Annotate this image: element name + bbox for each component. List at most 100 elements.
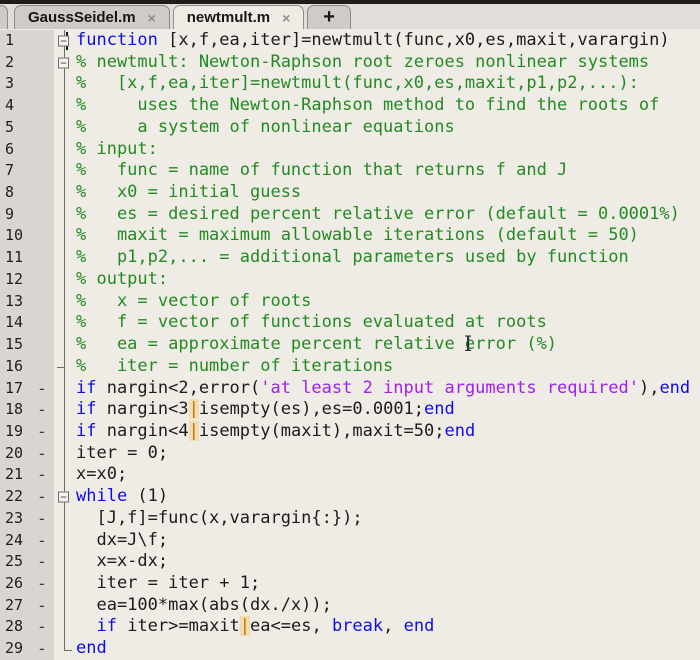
line-number[interactable]: 1 bbox=[0, 30, 35, 52]
fold-marker[interactable] bbox=[54, 116, 76, 139]
breakpoint-dash[interactable] bbox=[35, 116, 54, 139]
code-line[interactable]: % ea = approximate percent relative erro… bbox=[76, 334, 700, 356]
breakpoint-dash[interactable] bbox=[35, 160, 54, 183]
code-line[interactable]: % uses the Newton-Raphson method to find… bbox=[76, 95, 700, 117]
breakpoint-dash[interactable] bbox=[35, 355, 54, 378]
breakpoint-dash[interactable] bbox=[35, 247, 54, 269]
new-tab-button[interactable]: + bbox=[307, 5, 351, 29]
breakpoint-dash[interactable] bbox=[35, 51, 54, 74]
fold-marker[interactable] bbox=[54, 442, 76, 465]
code-line[interactable]: % output: bbox=[76, 269, 700, 291]
code-line[interactable]: % func = name of function that returns f… bbox=[76, 160, 700, 182]
code-line[interactable]: function [x,f,ea,iter]=newtmult(func,x0,… bbox=[76, 30, 700, 52]
code-line[interactable]: x=x-dx; bbox=[76, 551, 700, 573]
breakpoint-dash[interactable]: - bbox=[35, 399, 54, 421]
line-number[interactable]: 23 bbox=[0, 507, 35, 530]
fold-collapse-icon[interactable]: − bbox=[58, 35, 69, 47]
line-number[interactable]: 16 bbox=[0, 355, 35, 378]
code-line[interactable]: iter = 0; bbox=[76, 443, 700, 465]
line-number[interactable]: 2 bbox=[0, 51, 35, 74]
code-line[interactable]: % es = desired percent relative error (d… bbox=[76, 204, 700, 226]
breakpoint-dash[interactable]: - bbox=[35, 551, 54, 573]
code-line[interactable]: % f = vector of functions evaluated at r… bbox=[76, 312, 700, 334]
code-line[interactable]: ea=100*max(abs(dx./x)); bbox=[76, 595, 700, 617]
code-line[interactable]: % newtmult: Newton-Raphson root zeroes n… bbox=[76, 52, 700, 74]
code-line[interactable]: if nargin<2,error('at least 2 input argu… bbox=[76, 378, 700, 400]
fold-marker[interactable] bbox=[54, 290, 76, 313]
code-line[interactable]: % iter = number of iterations bbox=[76, 356, 700, 378]
code-line[interactable]: % x0 = initial guess bbox=[76, 182, 700, 204]
fold-marker[interactable] bbox=[54, 638, 76, 660]
fold-marker[interactable] bbox=[54, 225, 76, 247]
line-number[interactable]: 20 bbox=[0, 442, 35, 465]
breakpoint-dash[interactable] bbox=[35, 312, 54, 335]
breakpoint-dash[interactable]: - bbox=[35, 486, 54, 508]
line-number[interactable]: 6 bbox=[0, 138, 35, 161]
fold-marker[interactable] bbox=[54, 138, 76, 161]
breakpoint-dash[interactable]: - bbox=[35, 507, 54, 530]
code-line[interactable]: if iter>=maxit|ea<=es, break, end bbox=[76, 616, 700, 638]
fold-marker[interactable] bbox=[54, 334, 76, 356]
code-line[interactable]: % [x,f,ea,iter]=newtmult(func,x0,es,maxi… bbox=[76, 73, 700, 95]
line-number[interactable]: 19 bbox=[0, 420, 35, 443]
fold-marker[interactable] bbox=[54, 355, 76, 378]
breakpoint-dash[interactable] bbox=[35, 290, 54, 313]
line-number[interactable]: 11 bbox=[0, 247, 35, 269]
code-line[interactable]: [J,f]=func(x,varargin{:}); bbox=[76, 508, 700, 530]
fold-marker[interactable] bbox=[54, 464, 76, 486]
line-number[interactable]: 9 bbox=[0, 203, 35, 226]
breakpoint-dash[interactable]: - bbox=[35, 464, 54, 487]
fold-marker[interactable] bbox=[54, 420, 76, 443]
fold-marker[interactable] bbox=[54, 529, 76, 552]
tab-gaussseidel-m[interactable]: GaussSeidel.m × bbox=[14, 5, 170, 29]
fold-marker[interactable] bbox=[54, 551, 76, 573]
breakpoint-dash[interactable] bbox=[35, 73, 54, 96]
fold-marker[interactable] bbox=[54, 182, 76, 204]
fold-marker[interactable] bbox=[54, 73, 76, 95]
line-number[interactable]: 27 bbox=[0, 594, 35, 617]
line-number[interactable]: 3 bbox=[0, 73, 35, 96]
breakpoint-dash[interactable] bbox=[35, 334, 54, 356]
fold-marker[interactable] bbox=[54, 312, 76, 334]
line-number[interactable]: 25 bbox=[0, 551, 35, 573]
breakpoint-dash[interactable]: - bbox=[35, 572, 54, 595]
code-line[interactable]: while (1) bbox=[76, 486, 700, 508]
fold-marker[interactable] bbox=[54, 95, 76, 117]
breakpoint-dash[interactable]: - bbox=[35, 638, 54, 660]
line-number[interactable]: 13 bbox=[0, 290, 35, 313]
breakpoint-dash[interactable] bbox=[35, 268, 54, 291]
line-number[interactable]: 10 bbox=[0, 225, 35, 248]
code-line[interactable]: % x = vector of roots bbox=[76, 291, 700, 313]
fold-marker[interactable]: − bbox=[54, 30, 76, 52]
fold-marker[interactable] bbox=[54, 594, 76, 617]
fold-marker[interactable] bbox=[54, 572, 76, 595]
line-number[interactable]: 18 bbox=[0, 399, 35, 421]
breakpoint-dash[interactable]: - bbox=[35, 442, 54, 465]
fold-marker[interactable] bbox=[54, 247, 76, 269]
fold-marker[interactable] bbox=[54, 203, 76, 226]
line-number[interactable]: 21 bbox=[0, 464, 35, 487]
code-line[interactable]: iter = iter + 1; bbox=[76, 573, 700, 595]
fold-marker[interactable] bbox=[54, 399, 76, 421]
tab-newtmult-m[interactable]: newtmult.m × bbox=[172, 5, 305, 29]
line-number[interactable]: 29 bbox=[0, 638, 35, 660]
close-tab-icon[interactable]: × bbox=[282, 10, 290, 26]
fold-marker[interactable]: − bbox=[54, 486, 76, 508]
breakpoint-dash[interactable]: - bbox=[35, 377, 54, 400]
fold-marker[interactable] bbox=[54, 616, 76, 638]
code-line[interactable]: % input: bbox=[76, 139, 700, 161]
code-line[interactable]: end bbox=[76, 638, 700, 660]
code-line[interactable]: dx=J\f; bbox=[76, 530, 700, 552]
line-number[interactable]: 4 bbox=[0, 95, 35, 117]
line-number[interactable]: 14 bbox=[0, 312, 35, 335]
breakpoint-dash[interactable]: - bbox=[35, 529, 54, 552]
breakpoint-dash[interactable] bbox=[35, 138, 54, 161]
fold-collapse-icon[interactable]: − bbox=[58, 57, 69, 69]
line-number[interactable]: 17 bbox=[0, 377, 35, 400]
line-number[interactable]: 8 bbox=[0, 182, 35, 204]
line-number[interactable]: 24 bbox=[0, 529, 35, 552]
fold-marker[interactable]: − bbox=[54, 51, 76, 74]
breakpoint-dash[interactable] bbox=[35, 30, 54, 52]
breakpoint-dash[interactable] bbox=[35, 95, 54, 117]
code-line[interactable]: % p1,p2,... = additional parameters used… bbox=[76, 247, 700, 269]
